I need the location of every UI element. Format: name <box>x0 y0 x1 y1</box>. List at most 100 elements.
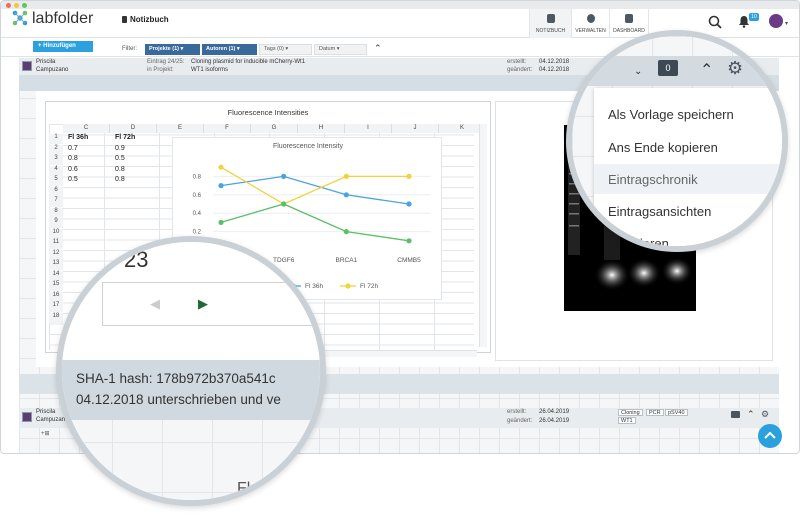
magnified-cell-value: 23 <box>124 247 149 272</box>
spreadsheet-cell[interactable]: 0.8 <box>115 166 125 173</box>
column-header[interactable]: G <box>251 124 298 133</box>
chip-label: Datum <box>319 46 336 52</box>
collapse-icon[interactable]: ⌃ <box>747 409 755 420</box>
labfolder-logo-icon <box>12 10 28 26</box>
menu-save-template[interactable]: Als Vorlage speichern <box>608 107 734 122</box>
chip-label: Autoren (1) <box>206 46 236 52</box>
gear-icon[interactable]: ⚙ <box>727 58 743 79</box>
filter-authors[interactable]: Autoren (1) ▾ <box>202 44 257 55</box>
nav-verwalten[interactable]: VERWALTEN <box>571 9 609 38</box>
created-date: 04.12.2018 <box>539 59 570 65</box>
column-header[interactable]: D <box>110 124 157 133</box>
spreadsheet-cell[interactable]: 0.9 <box>115 145 125 152</box>
data-point <box>343 173 349 179</box>
spreadsheet-cell[interactable]: 0.8 <box>115 176 125 183</box>
row-header[interactable]: 12 <box>49 249 63 260</box>
menu-entry-history[interactable]: Eintragschronik <box>608 172 698 187</box>
row-header[interactable]: 16 <box>49 291 63 302</box>
spreadsheet-cell[interactable]: 0.5 <box>115 155 125 162</box>
spreadsheet-cell[interactable]: 0.5 <box>68 176 78 183</box>
prev-page-icon[interactable]: ◀ <box>150 296 160 312</box>
row-header[interactable]: 15 <box>49 281 63 291</box>
entry-title[interactable]: Cloning plasmid for inducible mCherry-Wt… <box>191 59 305 65</box>
chip-label: Tags (0) <box>264 46 284 52</box>
row-header[interactable]: 6 <box>49 186 63 197</box>
project-name[interactable]: WT1 isoforms <box>191 67 228 73</box>
vertical-scrollbar[interactable] <box>479 124 487 347</box>
row-header[interactable]: 5 <box>49 176 63 186</box>
spreadsheet-cell[interactable]: 0.8 <box>68 155 78 162</box>
filter-date[interactable]: Datum ▾ <box>314 44 367 55</box>
row-header[interactable]: 1 <box>49 134 63 144</box>
notebook-title[interactable]: Notizbuch <box>130 15 169 24</box>
y-tick-label: 0.4 <box>193 211 202 217</box>
chevron-down-icon[interactable]: ▾ <box>785 20 788 27</box>
chart-title: Fluorescence Intensity <box>273 143 344 150</box>
data-point <box>218 219 224 225</box>
tag[interactable]: WT1 <box>618 417 636 424</box>
search-icon[interactable] <box>708 15 722 29</box>
tag[interactable]: PCR <box>646 409 664 416</box>
scroll-to-top-button[interactable] <box>758 424 782 448</box>
user-avatar[interactable] <box>769 14 783 28</box>
legend-label: Fl 72h <box>360 283 378 290</box>
row-header[interactable]: 7 <box>49 197 63 207</box>
row-header[interactable]: 4 <box>49 165 63 176</box>
chevron-down-icon[interactable]: ⌄ <box>634 66 642 77</box>
row-header[interactable]: 2 <box>49 144 63 155</box>
y-tick-label: 0.6 <box>193 193 202 199</box>
row-header[interactable]: 13 <box>49 260 63 270</box>
spreadsheet-cell[interactable]: 0.6 <box>68 166 78 173</box>
data-point <box>406 173 412 179</box>
column-header[interactable]: E <box>157 124 204 133</box>
column-header[interactable]: J <box>392 124 439 133</box>
gear-icon[interactable]: ⚙ <box>761 409 769 420</box>
row-header[interactable]: 14 <box>49 270 63 281</box>
app-name[interactable]: labfolder <box>32 10 93 28</box>
row-header[interactable]: 18 <box>49 312 63 323</box>
menu-entry-views[interactable]: Eintragsansichten <box>608 204 711 219</box>
nav-notizbuch[interactable]: NOTIZBUCH <box>529 9 571 38</box>
column-header[interactable]: F <box>204 124 251 133</box>
row-header[interactable]: 11 <box>49 239 63 249</box>
column-header[interactable]: H <box>298 124 345 133</box>
add-element-icon[interactable]: +⊞ <box>41 430 50 437</box>
filter-tags[interactable]: Tags (0) ▾ <box>259 44 312 55</box>
menu-copy-to-end[interactable]: Ans Ende kopieren <box>608 140 718 155</box>
collapse-icon[interactable]: ⌃ <box>700 60 713 80</box>
filter-projects[interactable]: Projekte (1) ▾ <box>145 44 200 55</box>
data-point <box>406 201 412 207</box>
close-dot[interactable] <box>6 3 11 8</box>
collapse-filter-icon[interactable]: ⌃ <box>374 43 382 54</box>
changed-date: 04.12.2018 <box>539 67 570 73</box>
comment-icon[interactable]: 0 <box>658 60 678 76</box>
changed-label: geändert: <box>507 418 533 424</box>
row-header[interactable]: 8 <box>49 207 63 218</box>
series-line <box>220 203 410 242</box>
notification-badge: 10 <box>749 13 759 21</box>
row-header[interactable]: 9 <box>49 218 63 228</box>
row-header[interactable]: 3 <box>49 155 63 165</box>
magnified-signature-bar <box>62 360 320 420</box>
column-header[interactable]: I <box>345 124 392 133</box>
row-header[interactable]: 10 <box>49 228 63 239</box>
chip-label: Projekte (1) <box>149 46 179 52</box>
minimize-dot[interactable] <box>14 3 19 8</box>
x-tick-label: CMMB5 <box>397 257 421 264</box>
spreadsheet-cell[interactable]: Fl 72h <box>115 134 135 141</box>
notebook-icon <box>122 16 127 23</box>
column-header[interactable]: C <box>63 124 110 133</box>
add-button[interactable]: + Hinzufügen <box>33 41 93 52</box>
comment-icon[interactable] <box>731 411 740 418</box>
magnified-toolbar <box>572 56 782 86</box>
tag[interactable]: Cloning <box>618 409 643 416</box>
horizontal-scrollbar[interactable] <box>311 350 477 357</box>
row-header[interactable]: 17 <box>49 302 63 312</box>
next-page-icon[interactable]: ▶ <box>198 296 208 312</box>
maximize-dot[interactable] <box>22 3 27 8</box>
spreadsheet-cell[interactable]: 0.7 <box>68 145 78 152</box>
tag[interactable]: pSV40 <box>665 409 688 416</box>
magnified-author: ila <box>114 480 131 497</box>
spreadsheet-cell[interactable]: Fl 36h <box>68 134 88 141</box>
nav-dashboard[interactable]: DASHBOARD <box>609 9 649 38</box>
